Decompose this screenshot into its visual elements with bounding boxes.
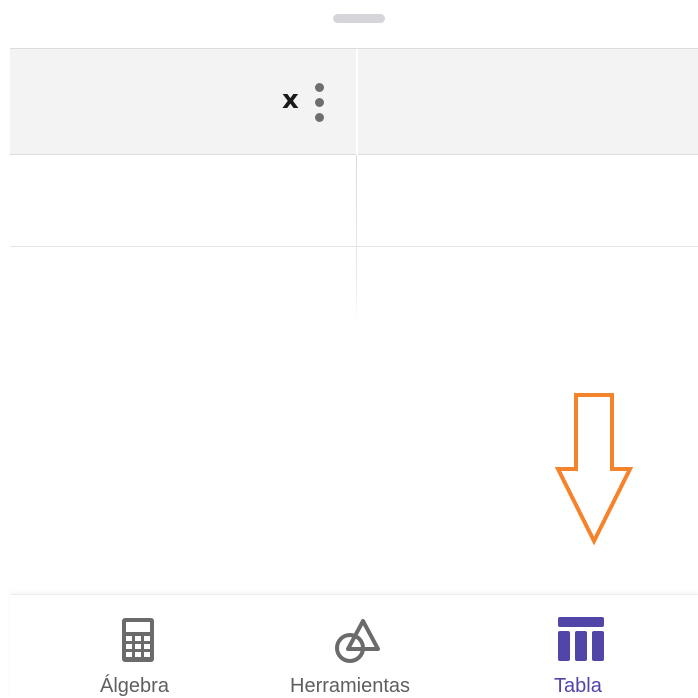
table-header-row: x <box>10 48 698 156</box>
calculator-icon <box>121 617 155 668</box>
bottom-navigation: Álgebra Herramientas Tabla <box>10 594 698 698</box>
nav-item-algebra[interactable]: Álgebra <box>90 595 200 698</box>
arrow-down-outline-icon <box>553 392 635 552</box>
table-cell[interactable] <box>10 247 356 327</box>
nav-label-algebra: Álgebra <box>100 675 169 697</box>
shapes-tool-icon <box>333 617 381 670</box>
column-divider <box>356 155 357 327</box>
nav-item-tabla[interactable]: Tabla <box>530 595 630 698</box>
table-cell[interactable] <box>10 155 356 246</box>
table-icon <box>558 617 604 666</box>
column-header-x[interactable]: x <box>282 85 299 115</box>
more-vertical-icon[interactable] <box>312 83 326 123</box>
table-cell[interactable] <box>358 155 698 246</box>
column-divider <box>356 49 358 156</box>
drag-handle[interactable] <box>333 14 385 23</box>
nav-label-tabla: Tabla <box>554 675 602 697</box>
nav-item-herramientas[interactable]: Herramientas <box>278 595 438 698</box>
nav-label-herramientas: Herramientas <box>290 675 411 697</box>
table-cell[interactable] <box>358 247 698 327</box>
